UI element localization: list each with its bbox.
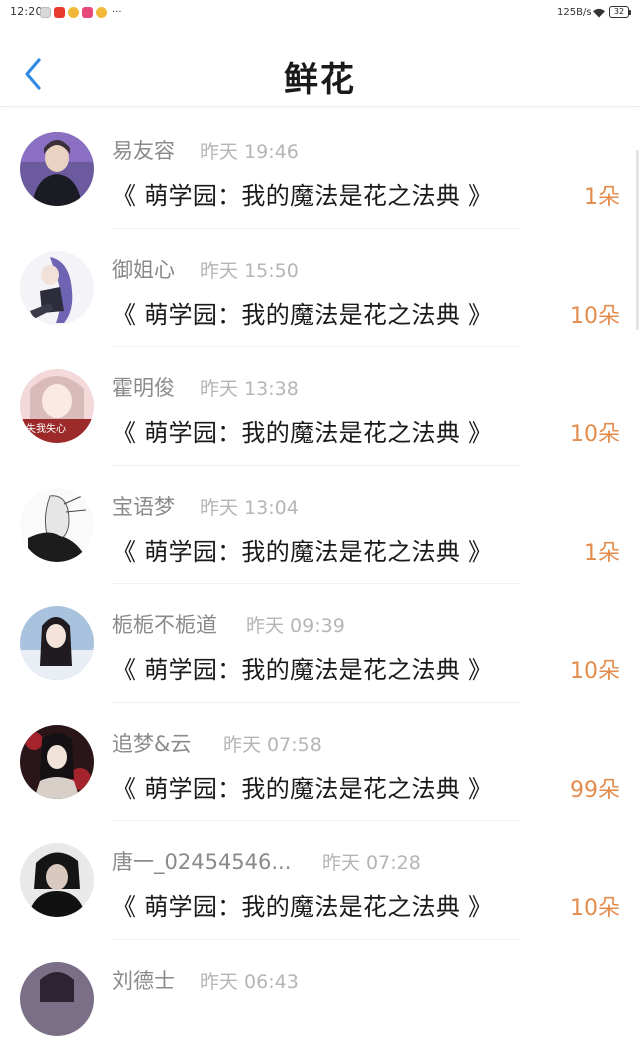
avatar[interactable]: 失我失心 bbox=[20, 369, 94, 443]
avatar[interactable] bbox=[20, 488, 94, 562]
flower-count: 1朵 bbox=[584, 179, 620, 211]
avatar[interactable] bbox=[20, 132, 94, 206]
notification-app-icon bbox=[54, 7, 65, 18]
message-time: 昨天 07:28 bbox=[322, 848, 421, 875]
avatar[interactable] bbox=[20, 962, 94, 1036]
flower-count: 10朵 bbox=[570, 890, 620, 922]
more-notifications-indicator: ··· bbox=[112, 7, 122, 18]
user-name: 唐一_02454546... bbox=[112, 846, 291, 876]
avatar-caption: 失我失心 bbox=[26, 420, 66, 435]
network-speed: 125B/s bbox=[557, 7, 592, 18]
book-title[interactable]: 《 萌学园：我的魔法是花之法典 》 bbox=[112, 176, 492, 211]
list-item[interactable]: 追梦&云 昨天 07:58 《 萌学园：我的魔法是花之法典 》 99朵 bbox=[0, 703, 640, 822]
flower-count: 10朵 bbox=[570, 653, 620, 685]
avatar[interactable] bbox=[20, 251, 94, 325]
user-name: 易友容 bbox=[112, 135, 175, 165]
message-time: 昨天 06:43 bbox=[200, 967, 299, 994]
user-name: 栀栀不栀道 bbox=[112, 609, 217, 639]
page-header: 鲜花 bbox=[0, 26, 640, 107]
notification-app-icon bbox=[40, 7, 51, 18]
message-time: 昨天 13:04 bbox=[200, 493, 299, 520]
wifi-icon bbox=[592, 8, 606, 18]
list-item[interactable]: 栀栀不栀道 昨天 09:39 《 萌学园：我的魔法是花之法典 》 10朵 bbox=[0, 584, 640, 703]
list-item[interactable]: 御姐心 昨天 15:50 《 萌学园：我的魔法是花之法典 》 10朵 bbox=[0, 229, 640, 348]
book-title[interactable]: 《 萌学园：我的魔法是花之法典 》 bbox=[112, 295, 492, 330]
status-time: 12:20 bbox=[10, 5, 43, 18]
flower-count: 10朵 bbox=[570, 416, 620, 448]
user-name: 追梦&云 bbox=[112, 728, 191, 758]
user-name: 御姐心 bbox=[112, 254, 175, 284]
book-title[interactable]: 《 萌学园：我的魔法是花之法典 》 bbox=[112, 887, 492, 922]
message-time: 昨天 13:38 bbox=[200, 374, 299, 401]
message-time: 昨天 09:39 bbox=[246, 611, 345, 638]
avatar[interactable] bbox=[20, 725, 94, 799]
flower-count: 99朵 bbox=[570, 772, 620, 804]
list-item[interactable]: 唐一_02454546... 昨天 07:28 《 萌学园：我的魔法是花之法典 … bbox=[0, 821, 640, 940]
flower-count: 1朵 bbox=[584, 535, 620, 567]
notification-icons: ··· bbox=[40, 7, 122, 18]
notification-app-icon bbox=[96, 7, 107, 18]
notification-app-icon bbox=[82, 7, 93, 18]
book-title[interactable]: 《 萌学园：我的魔法是花之法典 》 bbox=[112, 650, 492, 685]
user-name: 霍明俊 bbox=[112, 372, 175, 402]
user-name: 刘德士 bbox=[112, 965, 175, 995]
avatar[interactable] bbox=[20, 843, 94, 917]
user-name: 宝语梦 bbox=[112, 491, 175, 521]
message-time: 昨天 19:46 bbox=[200, 137, 299, 164]
list-item[interactable]: 易友容 昨天 19:46 《 萌学园：我的魔法是花之法典 》 1朵 bbox=[0, 110, 640, 229]
avatar[interactable] bbox=[20, 606, 94, 680]
message-time: 昨天 07:58 bbox=[223, 730, 322, 757]
message-time: 昨天 15:50 bbox=[200, 256, 299, 283]
list-item[interactable]: 刘德士 昨天 06:43 bbox=[0, 940, 640, 1058]
battery-icon: 32 bbox=[609, 6, 629, 18]
battery-tip bbox=[629, 10, 631, 15]
notification-app-icon bbox=[68, 7, 79, 18]
book-title[interactable]: 《 萌学园：我的魔法是花之法典 》 bbox=[112, 532, 492, 567]
list-item[interactable]: 宝语梦 昨天 13:04 《 萌学园：我的魔法是花之法典 》 1朵 bbox=[0, 466, 640, 585]
book-title[interactable]: 《 萌学园：我的魔法是花之法典 》 bbox=[112, 413, 492, 448]
flower-count: 10朵 bbox=[570, 298, 620, 330]
page-title: 鲜花 bbox=[0, 52, 640, 101]
flower-list: 易友容 昨天 19:46 《 萌学园：我的魔法是花之法典 》 1朵 御姐心 昨天… bbox=[0, 110, 640, 1058]
status-bar: 12:20 ··· 125B/s 32 bbox=[0, 0, 640, 26]
list-item[interactable]: 失我失心 霍明俊 昨天 13:38 《 萌学园：我的魔法是花之法典 》 10朵 bbox=[0, 347, 640, 466]
book-title[interactable]: 《 萌学园：我的魔法是花之法典 》 bbox=[112, 769, 492, 804]
